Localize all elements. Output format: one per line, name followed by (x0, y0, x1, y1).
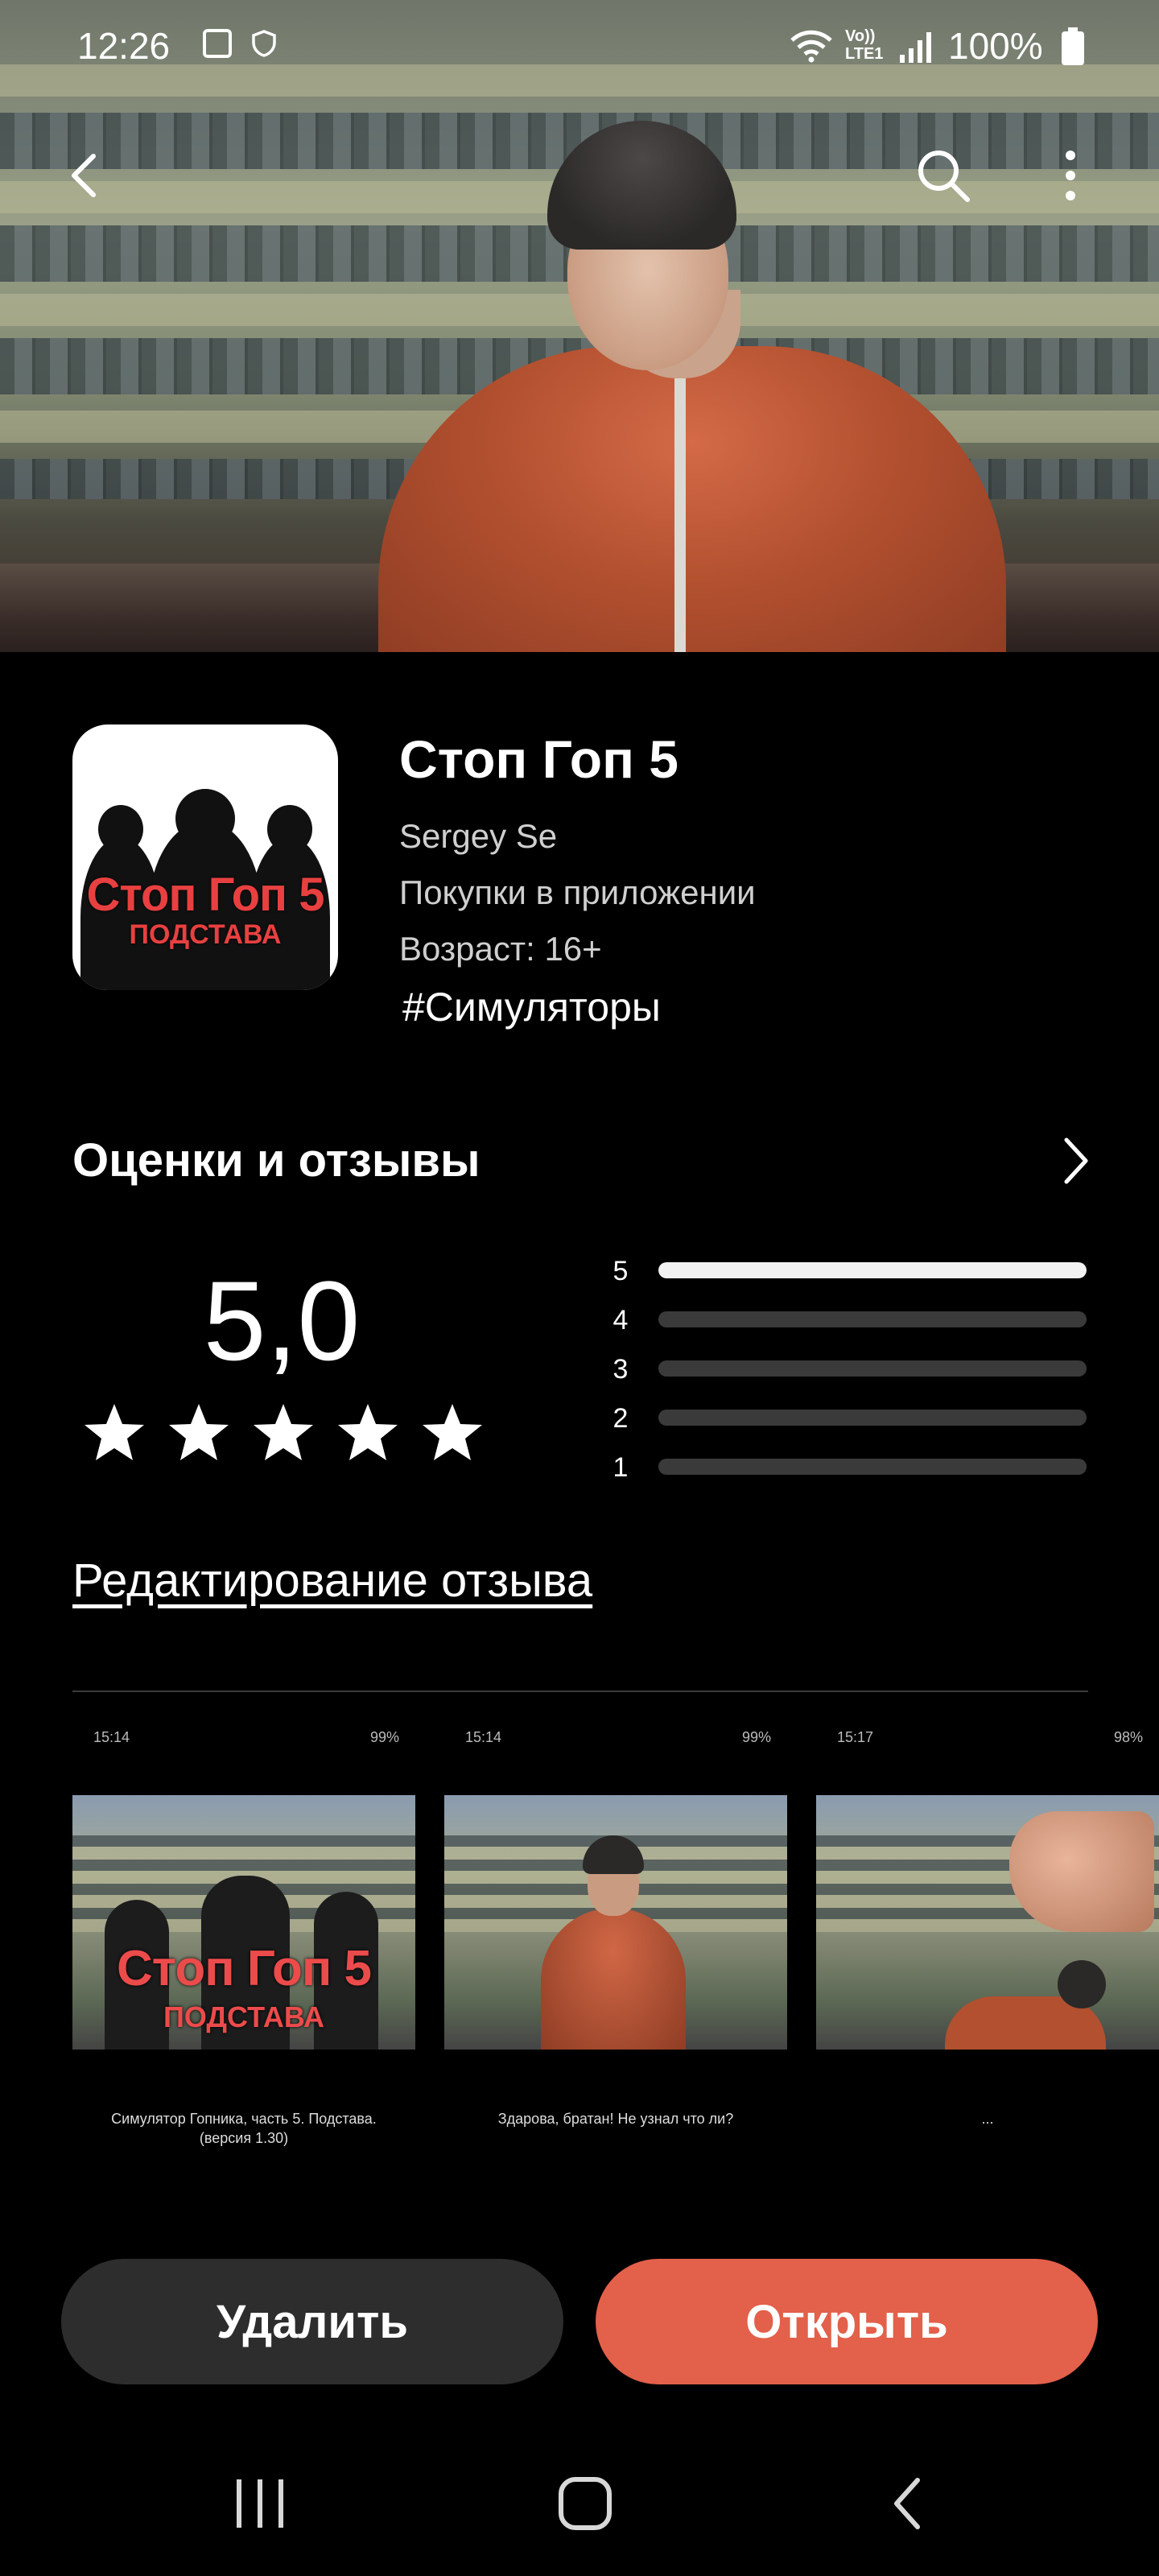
star-icon (423, 1404, 482, 1460)
calendar-icon (203, 29, 232, 58)
screenshot-time: 15:14 (93, 1729, 130, 1745)
screenshot-battery: 99% (369, 1729, 399, 1745)
screenshot-caption: Симулятор Гопника, часть 5. Подстава. (в… (111, 2111, 377, 2146)
screenshot-1[interactable]: 15:14 99% Стоп Гоп 5 ПОДСТАВА Симулятор … (72, 1715, 415, 2214)
app-title: Стоп Гоп 5 (399, 729, 678, 789)
category-tag[interactable]: #Симуляторы (402, 984, 661, 1030)
wifi-icon (790, 30, 832, 63)
rating-bar-label: 5 (612, 1256, 629, 1286)
ratings-more-button[interactable] (1050, 1129, 1102, 1193)
star-icon (85, 1404, 144, 1460)
rating-bar-label: 2 (612, 1403, 629, 1434)
recent-apps-button[interactable] (216, 2463, 304, 2544)
app-icon: Стоп Гоп 5 ПОДСТАВА (72, 724, 338, 990)
shield-icon (252, 30, 276, 57)
more-options-button[interactable] (1032, 137, 1109, 214)
battery-percent: 100% (948, 25, 1043, 67)
star-icon (338, 1404, 398, 1460)
screenshot-3[interactable]: 15:17 98% ... (816, 1715, 1159, 2214)
screenshot-time: 15:14 (465, 1729, 502, 1745)
search-icon (918, 151, 970, 202)
back-nav-icon (894, 2478, 920, 2529)
search-button[interactable] (905, 137, 982, 214)
rating-bar-label: 3 (612, 1354, 629, 1385)
screenshot-image (816, 1795, 1159, 2050)
rating-bar (658, 1410, 1087, 1426)
back-button[interactable] (47, 137, 124, 214)
rating-bar (658, 1262, 1087, 1278)
system-back-button[interactable] (863, 2463, 951, 2544)
hero-banner (0, 0, 1159, 652)
status-time: 12:26 (77, 25, 171, 67)
rating-bar (658, 1360, 1087, 1377)
divider (72, 1690, 1088, 1692)
rating-bar (658, 1311, 1087, 1327)
star-icon (254, 1404, 313, 1460)
app-icon-subtitle: ПОДСТАВА (129, 919, 282, 950)
ratings-heading[interactable]: Оценки и отзывы (72, 1133, 481, 1187)
signal-icon (900, 32, 931, 63)
rating-bar-label: 1 (612, 1452, 629, 1483)
home-button[interactable] (541, 2463, 629, 2544)
screenshot-caption: ... (981, 2111, 994, 2127)
screenshot-image (444, 1795, 787, 2050)
screenshot-caption: Здарова, братан! Не узнал что ли? (497, 2111, 734, 2127)
screenshot-image: Стоп Гоп 5 ПОДСТАВА (72, 1795, 415, 2050)
delete-button[interactable]: Удалить (61, 2259, 563, 2384)
chevron-right-icon (1064, 1137, 1088, 1184)
age-rating: Возраст: 16+ (399, 930, 602, 968)
arrow-left-icon (72, 154, 96, 197)
app-icon-title: Стоп Гоп 5 (86, 869, 325, 921)
rating-bar (658, 1459, 1087, 1475)
screenshot-battery: 98% (1113, 1729, 1143, 1745)
developer-name[interactable]: Sergey Se (399, 817, 557, 856)
rating-score: 5,0 (203, 1257, 361, 1384)
screenshot-title: Стоп Гоп 5 (117, 1941, 372, 1996)
screenshot-2[interactable]: 15:14 99% Здарова, братан! Не узнал что … (444, 1715, 787, 2214)
open-button[interactable]: Открыть (596, 2259, 1098, 2384)
rating-bar-label: 4 (612, 1305, 629, 1335)
screenshot-battery: 99% (741, 1729, 771, 1745)
recent-apps-icon (237, 2479, 283, 2528)
edit-review-link[interactable]: Редактирование отзыва (72, 1554, 592, 1608)
network-label: Vo)) LTE1 (845, 27, 884, 63)
in-app-purchases-label: Покупки в приложении (399, 873, 756, 911)
screenshot-time: 15:17 (837, 1729, 874, 1745)
more-vertical-icon (1066, 151, 1075, 200)
rating-bar-fill (658, 1262, 1087, 1278)
star-icon (169, 1404, 229, 1460)
screenshot-subtitle: ПОДСТАВА (163, 2000, 325, 2033)
battery-icon (1062, 27, 1084, 65)
home-icon (559, 2477, 612, 2530)
